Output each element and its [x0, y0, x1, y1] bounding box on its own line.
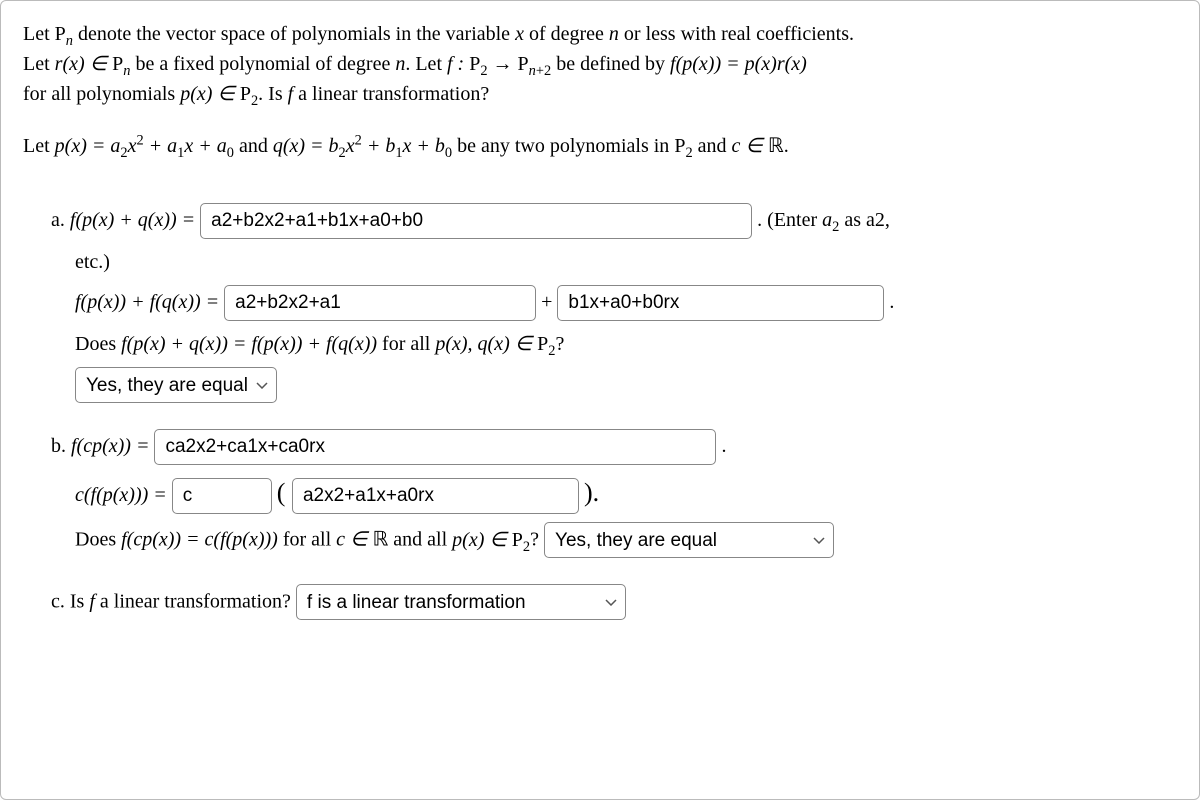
fcp-lhs: f(cp(x)) =: [71, 435, 154, 457]
etc: etc.): [75, 251, 110, 273]
text: denote the vector space of polynomials i…: [73, 23, 515, 45]
rx-in-Pn: r(x) ∈ Pn: [55, 53, 131, 75]
forall: for all: [377, 333, 435, 355]
part-a-select[interactable]: Yes, they are equal: [75, 367, 277, 403]
text: and: [693, 135, 732, 157]
part-b-select[interactable]: Yes, they are equal: [544, 522, 834, 558]
sub-n: n: [66, 33, 73, 49]
c-in-R: c ∈ ℝ: [732, 135, 784, 157]
part-b-input-1[interactable]: [154, 429, 716, 465]
part-b: b. f(cp(x)) = . c(f(p(x))) = ( ). Does f…: [51, 429, 1177, 558]
text: .: [784, 135, 789, 157]
part-b-input-2[interactable]: [172, 478, 272, 514]
var-n: n: [609, 23, 619, 45]
fpfq-lhs: f(p(x)) + f(q(x)) =: [75, 291, 224, 313]
eq-b: f(cp(x)) = c(f(p(x))): [121, 529, 278, 551]
a2-math: a2: [822, 209, 839, 231]
p-in-P2b: p(x) ∈ P2: [452, 529, 530, 551]
andall: and all: [388, 529, 452, 551]
q-def: q(x) = b2x2 + b1x + b0: [273, 135, 452, 157]
cal-P: P: [55, 23, 66, 45]
text: Let: [23, 53, 55, 75]
does: Does: [75, 333, 121, 355]
cfp-lhs: c(f(p(x))) =: [75, 484, 172, 506]
part-a-input-2a[interactable]: [224, 285, 536, 321]
var-x: x: [515, 23, 524, 45]
text: or less with real coefficients.: [619, 23, 854, 45]
does: Does: [75, 529, 121, 551]
f-map: f : P2 → Pn+2: [447, 53, 551, 75]
eq-a: f(p(x) + q(x)) = f(p(x)) + f(q(x)): [121, 333, 377, 355]
part-a-label: a.: [51, 209, 70, 231]
p-def: p(x) = a2x2 + a1x + a0: [55, 135, 234, 157]
P2: P2: [674, 135, 692, 157]
part-b-input-3[interactable]: [292, 478, 579, 514]
period: .: [889, 291, 894, 313]
part-a-input-2b[interactable]: [557, 285, 884, 321]
p-in-P2: p(x) ∈ P2: [180, 83, 258, 105]
fpq-lhs: f(p(x) + q(x)) =: [70, 209, 200, 231]
text: and: [234, 135, 273, 157]
text: . (Enter: [757, 209, 822, 231]
c-in-R: c ∈ ℝ: [336, 529, 388, 551]
text: of degree: [524, 23, 609, 45]
part-c-label: c. Is: [51, 591, 89, 613]
part-c: c. Is f a linear transformation? f is a …: [51, 584, 1177, 620]
text: be defined by: [551, 53, 670, 75]
qmark: ?: [556, 333, 565, 355]
text: as a2,: [839, 209, 890, 231]
text: be any two polynomials in: [452, 135, 674, 157]
part-a-input-1[interactable]: [200, 203, 752, 239]
part-a: a. f(p(x) + q(x)) = . (Enter a2 as a2, e…: [51, 203, 1177, 403]
part-c-select[interactable]: f is a linear transformation: [296, 584, 626, 620]
plus: +: [541, 291, 557, 313]
text: be a fixed polynomial of degree: [130, 53, 395, 75]
intro-paragraph: Let Pn denote the vector space of polyno…: [23, 19, 1177, 109]
text: for all polynomials: [23, 83, 180, 105]
text: a linear transformation?: [293, 83, 489, 105]
pxqx-in-P2: p(x), q(x) ∈ P2: [435, 333, 555, 355]
setup-line: Let p(x) = a2x2 + a1x + a0 and q(x) = b2…: [23, 131, 1177, 161]
problem-container: Let Pn denote the vector space of polyno…: [0, 0, 1200, 800]
text: . Let: [405, 53, 447, 75]
f-def: f(p(x)) = p(x)r(x): [670, 53, 807, 75]
text: a linear transformation?: [95, 591, 296, 613]
qmark: ?: [530, 529, 544, 551]
rparen: ).: [584, 478, 599, 507]
text: Let: [23, 135, 55, 157]
forall: for all: [278, 529, 336, 551]
part-b-label: b.: [51, 435, 71, 457]
text: Let: [23, 23, 55, 45]
lparen: (: [277, 478, 292, 507]
var-n: n: [395, 53, 405, 75]
text: . Is: [258, 83, 287, 105]
period: .: [721, 435, 726, 457]
